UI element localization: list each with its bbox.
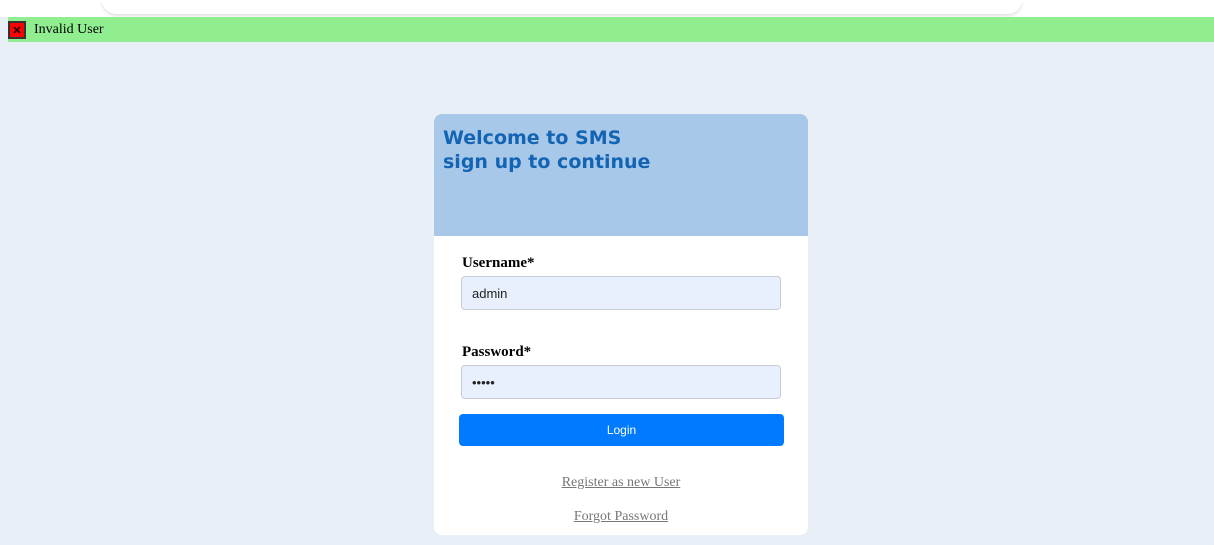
alert-close-button[interactable] <box>8 20 26 39</box>
login-button[interactable]: Login <box>459 414 784 446</box>
username-label: Username* <box>462 255 535 271</box>
top-bar-edge <box>102 0 1022 14</box>
welcome-title: Welcome to SMS sign up to continue <box>443 126 799 174</box>
alert-bar: Invalid User <box>8 17 1214 42</box>
alert-message: Invalid User <box>34 21 104 37</box>
signup-line: sign up to continue <box>443 151 651 173</box>
register-link[interactable]: Register as new User <box>434 475 808 491</box>
close-icon <box>13 26 21 33</box>
login-card: Welcome to SMS sign up to continue Usern… <box>434 114 808 535</box>
card-header: Welcome to SMS sign up to continue <box>434 114 808 236</box>
welcome-line: Welcome to SMS <box>443 127 622 149</box>
password-input[interactable] <box>461 365 781 399</box>
forgot-password-link[interactable]: Forgot Password <box>434 509 808 525</box>
password-label: Password* <box>462 344 532 360</box>
username-input[interactable] <box>461 276 781 310</box>
